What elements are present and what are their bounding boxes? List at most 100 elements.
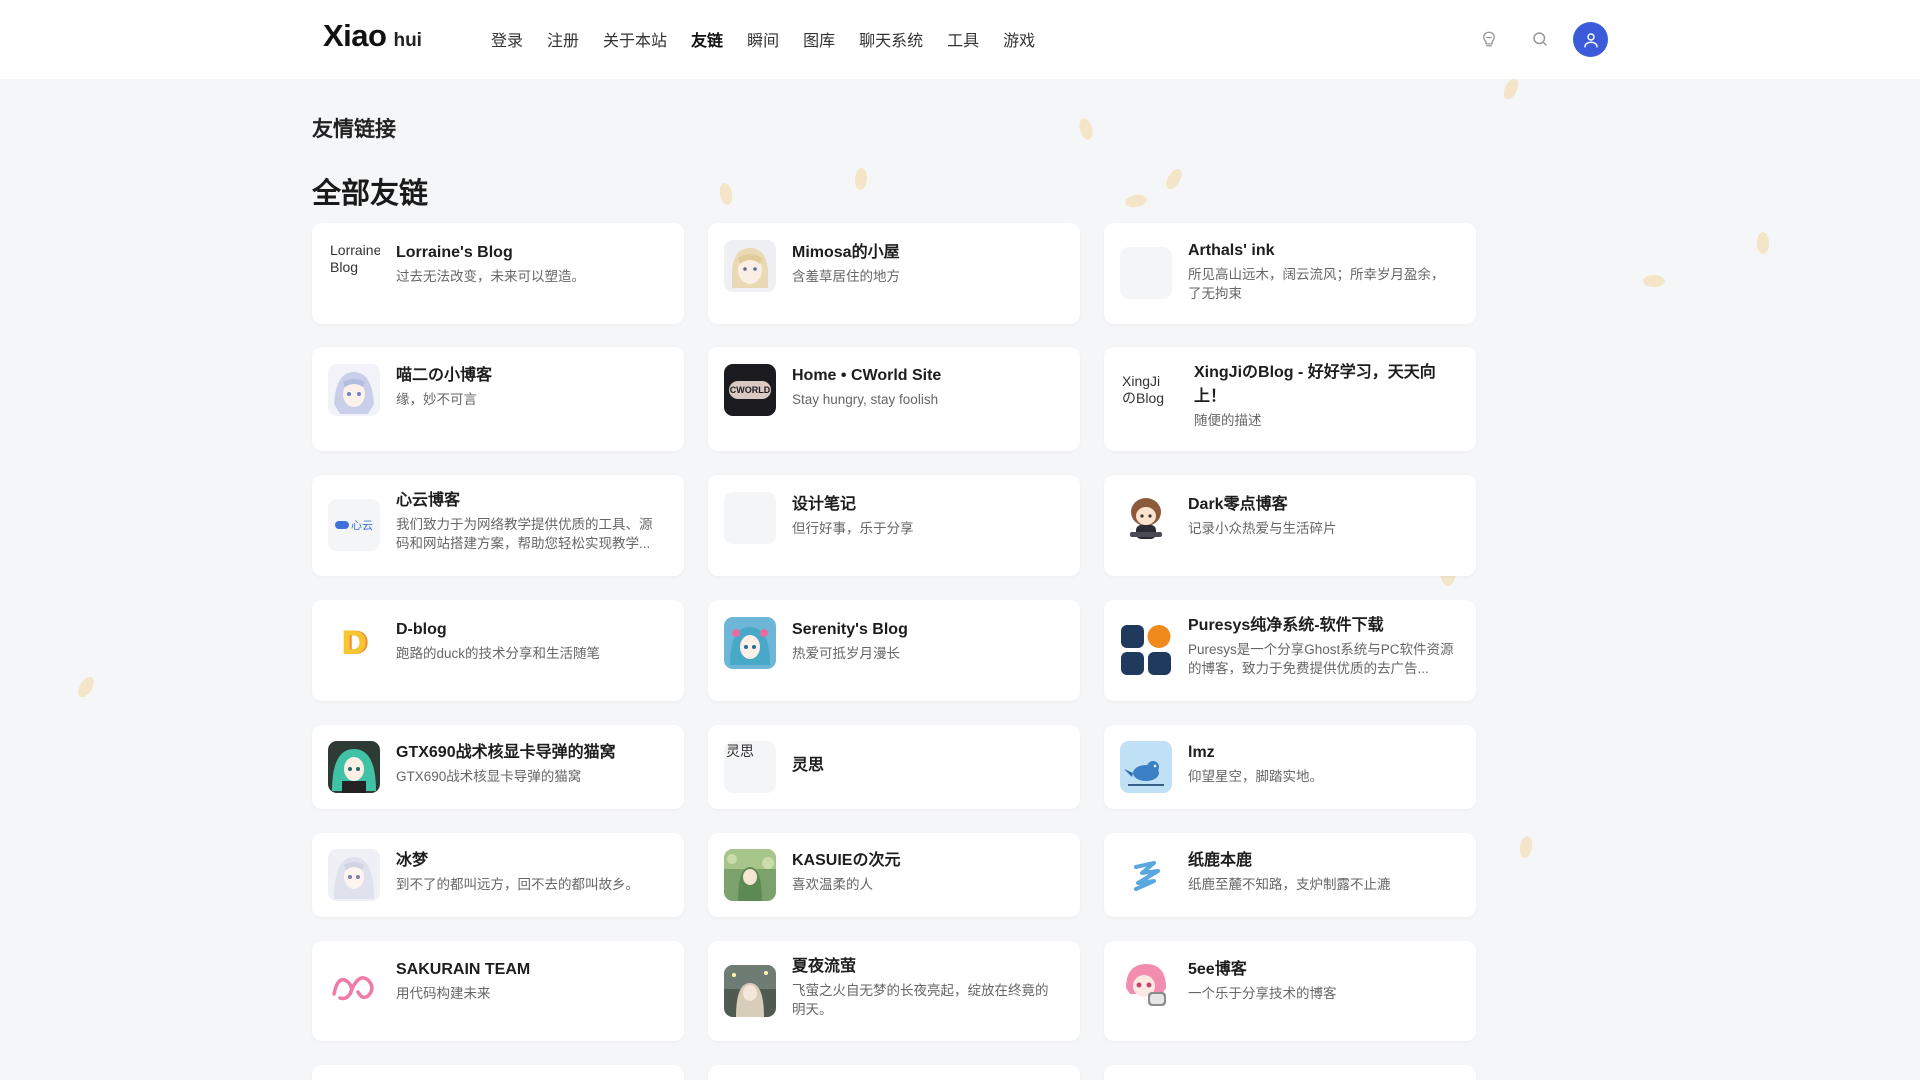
user-avatar-button[interactable]	[1573, 22, 1608, 57]
site-avatar	[328, 849, 380, 901]
site-avatar	[724, 965, 776, 1017]
logo-sub-text: hui	[393, 30, 422, 51]
friend-link-card[interactable]: 灵思 灵思	[708, 725, 1080, 809]
link-description: 飞萤之火自无梦的长夜亮起，绽放在终竟的明天。	[792, 983, 1049, 1017]
friend-link-card[interactable]: 冰梦 到不了的都叫远方，回不去的都叫故乡。	[312, 833, 684, 917]
top-navbar: Xiao hui 登录 注册 关于本站 友链 瞬间 图库 聊天系统 工具 游戏	[0, 0, 1920, 79]
site-avatar	[328, 741, 380, 793]
site-avatar	[328, 364, 380, 416]
friend-link-card[interactable]: Arthals' ink 所见高山远木，阔云流风；所幸岁月盈余，了无拘束	[1104, 223, 1476, 324]
link-description: 仰望星空，脚踏实地。	[1188, 769, 1323, 784]
friend-link-card[interactable]: 设计笔记 但行好事，乐于分享	[708, 475, 1080, 576]
friend-link-card[interactable]: 喵二の小博客 缘，妙不可言	[312, 347, 684, 451]
xinyun-logo-text: 心云	[351, 520, 373, 532]
link-name: Mimosa的小屋	[792, 244, 900, 261]
link-description: GTX690战术核显卡导弹的猫窝	[396, 769, 582, 784]
petal-decoration	[1757, 232, 1769, 254]
site-avatar: D	[328, 617, 380, 669]
site-avatar	[1120, 247, 1172, 299]
friend-link-card[interactable]	[312, 1065, 684, 1080]
link-name: 喵二の小博客	[396, 367, 493, 384]
friend-link-card[interactable]: Dark零点博客 记录小众热爱与生活碎片	[1104, 475, 1476, 576]
petal-decoration	[718, 182, 734, 206]
link-name: Serenity's Blog	[792, 621, 908, 638]
nav-gallery[interactable]: 图库	[803, 27, 835, 51]
nav-tools[interactable]: 工具	[947, 27, 979, 51]
site-avatar	[1120, 624, 1172, 676]
nav-games[interactable]: 游戏	[1003, 27, 1035, 51]
dblog-logo-letter: D	[340, 624, 368, 662]
friend-link-card[interactable]: Serenity's Blog 热爱可抵岁月漫长	[708, 600, 1080, 701]
link-name: Puresys纯净系统-软件下载	[1188, 617, 1384, 634]
link-name: Home • CWorld Site	[792, 367, 942, 384]
nav-chat[interactable]: 聊天系统	[859, 27, 923, 51]
friend-link-card[interactable]: 5ee博客 一个乐于分享技术的博客	[1104, 941, 1476, 1041]
friend-link-card[interactable]	[1104, 1065, 1476, 1080]
link-name: Arthals' ink	[1188, 242, 1275, 259]
friend-link-card[interactable]: 心云 心云博客 我们致力于为网络教学提供优质的工具、源码和网站搭建方案，帮助您轻…	[312, 475, 684, 576]
link-name: XingJiのBlog - 好好学习，天天向上！	[1194, 364, 1436, 405]
friend-link-card[interactable]: GTX690战术核显卡导弹的猫窝 GTX690战术核显卡导弹的猫窝	[312, 725, 684, 809]
site-avatar: Lorraine Blog	[328, 240, 380, 292]
friend-link-card[interactable]: 夏夜流萤 飞萤之火自无梦的长夜亮起，绽放在终竟的明天。	[708, 941, 1080, 1041]
link-name: Lorraine's Blog	[396, 244, 513, 261]
site-avatar	[1120, 958, 1172, 1010]
friend-link-card[interactable]: Puresys纯净系统-软件下载 Puresys是一个分享Ghost系统与PC软…	[1104, 600, 1476, 701]
petal-decoration	[854, 167, 868, 191]
site-avatar	[328, 958, 380, 1010]
friend-link-card[interactable]: Lorraine Blog Lorraine's Blog 过去无法改变，未来可…	[312, 223, 684, 324]
link-name: 冰梦	[396, 852, 429, 869]
site-avatar: 心云	[328, 499, 380, 551]
link-description: 含羞草居住的地方	[792, 269, 900, 284]
friend-link-card[interactable]: XingJiのBlog XingJiのBlog - 好好学习，天天向上！ 随便的…	[1104, 347, 1476, 451]
petal-decoration	[1500, 76, 1522, 102]
link-description: 过去无法改变，未来可以塑造。	[396, 269, 585, 284]
link-description: 我们致力于为网络教学提供优质的工具、源码和网站搭建方案，帮助您轻松实现教学...	[396, 517, 653, 551]
link-name: 纸鹿本鹿	[1188, 852, 1253, 869]
theme-toggle-icon[interactable]	[1474, 24, 1504, 54]
link-name: 夏夜流萤	[792, 958, 857, 975]
friend-link-card[interactable]: lmz 仰望星空，脚踏实地。	[1104, 725, 1476, 809]
site-avatar	[724, 849, 776, 901]
petal-decoration	[1077, 116, 1095, 142]
friend-link-card[interactable]: D D-blog 跑路的duck的技术分享和生活随笔	[312, 600, 684, 701]
nav-friend-links[interactable]: 友链	[691, 27, 723, 51]
link-description: 喜欢温柔的人	[792, 877, 873, 892]
friend-link-card[interactable]: CWORLD Home • CWorld Site Stay hungry, s…	[708, 347, 1080, 451]
link-description: 到不了的都叫远方，回不去的都叫故乡。	[396, 877, 639, 892]
friend-link-card[interactable]: Mimosa的小屋 含羞草居住的地方	[708, 223, 1080, 324]
link-description: 记录小众热爱与生活碎片	[1188, 521, 1337, 536]
friend-link-card[interactable]: SAKURAIN TEAM 用代码构建未来	[312, 941, 684, 1041]
link-name: 5ee博客	[1188, 961, 1247, 978]
broken-image-alt: Lorraine Blog	[328, 240, 380, 292]
link-description: Stay hungry, stay foolish	[792, 392, 939, 407]
broken-image-alt: XingJiのBlog	[1120, 371, 1172, 423]
link-name: 设计笔记	[792, 496, 857, 513]
site-avatar: XingJiのBlog	[1120, 371, 1172, 423]
nav-register[interactable]: 注册	[547, 27, 579, 51]
site-avatar	[724, 617, 776, 669]
link-description: 一个乐于分享技术的博客	[1188, 986, 1337, 1001]
site-avatar	[1120, 492, 1172, 544]
site-avatar	[1120, 741, 1172, 793]
search-icon[interactable]	[1525, 24, 1555, 54]
link-name: lmz	[1188, 744, 1215, 761]
petal-decoration	[75, 674, 97, 700]
nav-about[interactable]: 关于本站	[603, 27, 667, 51]
cworld-logo-text: CWORLD	[729, 385, 771, 395]
link-name: SAKURAIN TEAM	[396, 961, 531, 978]
link-description: 纸鹿至麓不知路，支炉制露不止漉	[1188, 877, 1391, 892]
link-name: Dark零点博客	[1188, 496, 1288, 513]
site-logo[interactable]: Xiao hui	[323, 18, 422, 54]
main-nav: 登录 注册 关于本站 友链 瞬间 图库 聊天系统 工具 游戏	[491, 27, 1059, 51]
friend-link-card[interactable]	[708, 1065, 1080, 1080]
link-description: 跑路的duck的技术分享和生活随笔	[396, 646, 601, 661]
link-description: 用代码构建未来	[396, 986, 491, 1001]
friend-link-card[interactable]: KASUIEの次元 喜欢温柔的人	[708, 833, 1080, 917]
nav-login[interactable]: 登录	[491, 27, 523, 51]
link-description: 随便的描述	[1194, 413, 1262, 428]
nav-moments[interactable]: 瞬间	[747, 27, 779, 51]
friend-link-card[interactable]: 纸鹿本鹿 纸鹿至麓不知路，支炉制露不止漉	[1104, 833, 1476, 917]
link-name: KASUIEの次元	[792, 852, 901, 869]
site-avatar	[724, 240, 776, 292]
